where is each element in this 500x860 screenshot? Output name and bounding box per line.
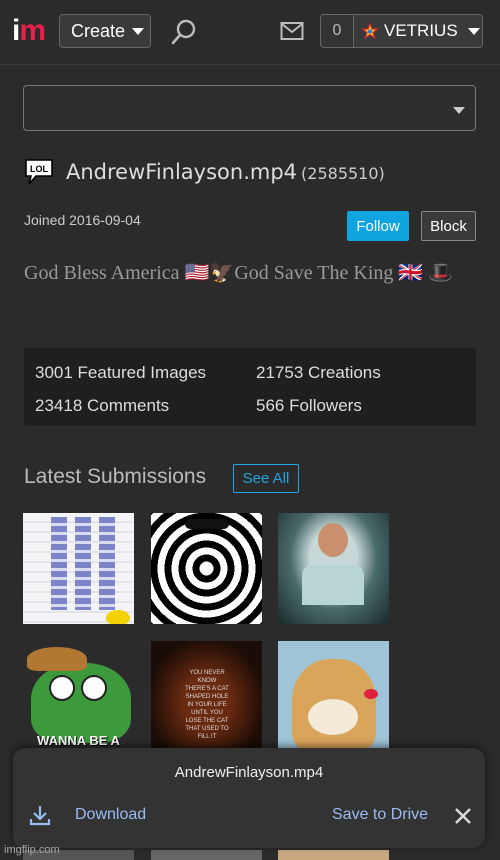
site-logo[interactable]: im	[12, 14, 46, 47]
lol-speech-bubble-icon: LOL	[25, 159, 53, 185]
thumb-cowboy-hat	[27, 647, 87, 671]
submission-thumbnail-cowboy-frog[interactable]: WANNA BE A COWBO	[23, 641, 134, 752]
user-menu-button[interactable]: VETRIUS	[354, 14, 483, 48]
thumb-chart-column	[51, 517, 67, 610]
caret-down-icon	[468, 27, 480, 35]
stat-comments[interactable]: 23418 Comments	[35, 396, 169, 416]
profile-name: AndrewFinlayson.mp4	[66, 160, 298, 184]
profile-title: AndrewFinlayson.mp4 (2585510)	[66, 160, 385, 184]
submission-thumbnail-partial[interactable]	[151, 850, 262, 860]
thumb-cat-text: YOU NEVER KNOW THERE'S A CAT SHAPED HOLE…	[185, 670, 229, 740]
profile-bio: God Bless America 🇺🇸🦅God Save The King 🇬…	[24, 262, 454, 284]
save-to-drive-button[interactable]: Save to Drive	[332, 806, 428, 824]
block-button[interactable]: Block	[421, 211, 476, 241]
latest-submissions-heading: Latest Submissions	[24, 465, 207, 488]
thumb-yellow-blob	[106, 610, 130, 624]
submission-thumbnail-doge[interactable]	[278, 641, 389, 752]
create-menu-button[interactable]: Create	[59, 14, 151, 48]
chevron-down-icon	[453, 107, 465, 114]
svg-text:LOL: LOL	[30, 164, 48, 174]
stats-panel: 3001 Featured Images 21753 Creations 234…	[24, 348, 476, 426]
submission-thumbnail-cat-hole[interactable]: YOU NEVER KNOW THERE'S A CAT SHAPED HOLE…	[151, 641, 262, 752]
thumb-frog-eye	[81, 675, 107, 701]
thumb-smoke-pillar	[302, 565, 364, 605]
stat-creations[interactable]: 21753 Creations	[256, 363, 381, 383]
download-button[interactable]: Download	[75, 806, 146, 824]
submission-thumbnail-spiral[interactable]	[151, 513, 262, 624]
submission-thumbnail-oz-head[interactable]	[278, 513, 389, 624]
search-icon[interactable]	[170, 18, 198, 46]
thumb-frog-eye	[49, 675, 75, 701]
profile-user-id: (2585510)	[301, 164, 385, 183]
download-file-name: AndrewFinlayson.mp4	[174, 764, 324, 781]
profile-section-select[interactable]	[23, 85, 476, 131]
thumb-kiss-mark	[364, 689, 378, 699]
mail-icon[interactable]	[280, 21, 304, 41]
username-label: VETRIUS	[384, 21, 458, 40]
submission-thumbnail-chart[interactable]	[23, 513, 134, 624]
rainbow-star-icon	[362, 23, 378, 39]
logo-letter-m: m	[19, 14, 46, 47]
thumb-doge-muzzle	[308, 699, 358, 735]
thumb-spiral-eyes	[185, 519, 229, 529]
thumb-frog	[31, 663, 131, 743]
thumb-chart-column	[75, 517, 91, 610]
stat-featured-images[interactable]: 3001 Featured Images	[35, 363, 206, 383]
imgflip-watermark: imgflip.com	[4, 844, 60, 856]
top-nav-bar: im Create 0 VETRIUS	[0, 0, 500, 65]
download-icon[interactable]	[29, 804, 51, 826]
create-label: Create	[71, 20, 126, 41]
see-all-button[interactable]: See All	[233, 464, 299, 493]
notification-count-button[interactable]: 0	[320, 14, 354, 48]
joined-date: Joined 2016-09-04	[24, 212, 141, 228]
follow-button[interactable]: Follow	[347, 211, 409, 241]
caret-down-icon	[132, 27, 145, 35]
close-icon[interactable]	[453, 806, 473, 826]
thumb-floating-face	[318, 523, 348, 557]
download-bottom-sheet: AndrewFinlayson.mp4 Download Save to Dri…	[13, 748, 485, 848]
submission-thumbnail-partial[interactable]	[278, 850, 389, 860]
stat-followers[interactable]: 566 Followers	[256, 396, 362, 416]
thumb-chart-column	[99, 517, 115, 610]
